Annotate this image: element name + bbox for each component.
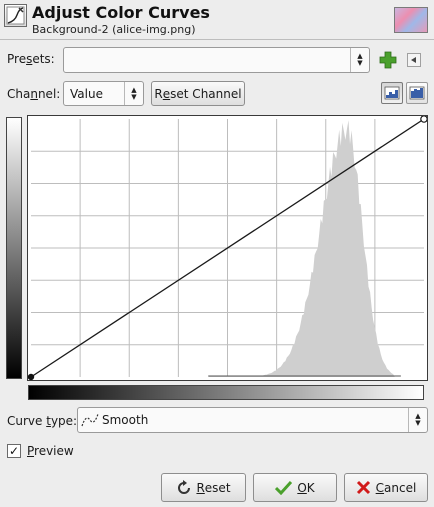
presets-label: Presets: — [7, 52, 55, 66]
plus-icon[interactable] — [379, 51, 397, 69]
channel-combo[interactable]: Value ▲ ▼ — [63, 81, 144, 106]
preview-label[interactable]: Preview — [27, 444, 74, 458]
preview-checkbox[interactable]: ✓ — [7, 444, 21, 458]
linear-histogram-icon[interactable] — [381, 82, 403, 104]
dialog-title: Adjust Color Curves — [32, 3, 210, 22]
curves-tool-icon — [4, 4, 27, 27]
cancel-x-icon — [356, 480, 371, 495]
log-histogram-icon[interactable] — [406, 82, 428, 104]
dialog-subtitle: Background-2 (alice-img.png) — [32, 23, 196, 36]
reset-channel-button[interactable]: Re set Channel — [151, 81, 245, 106]
curve-point-start — [28, 373, 35, 380]
curve-type-label: Curve type: — [7, 414, 78, 428]
curve-graph[interactable] — [27, 115, 428, 381]
presets-combo[interactable]: ▲ ▼ — [63, 47, 370, 73]
combo-arrows-icon: ▲ ▼ — [408, 408, 427, 432]
image-thumbnail — [394, 7, 428, 33]
reset-button[interactable]: Reset — [161, 473, 246, 502]
header-separator — [0, 39, 434, 40]
cancel-button[interactable]: Cancel — [344, 473, 428, 502]
channel-label: Channel: — [7, 87, 61, 101]
channel-value: Value — [70, 87, 103, 101]
curve-point-end — [420, 116, 427, 123]
reset-icon — [176, 479, 192, 496]
curve-type-value: Smooth — [102, 413, 149, 427]
horizontal-gradient-bar — [28, 385, 424, 400]
checkmark-icon — [275, 480, 293, 495]
curve-type-combo[interactable]: Smooth ▲ ▼ — [77, 407, 428, 433]
vertical-gradient-bar — [6, 117, 22, 379]
ok-button[interactable]: OK — [253, 473, 337, 502]
smooth-curve-icon — [81, 412, 99, 431]
combo-arrows-icon: ▲ ▼ — [124, 82, 143, 105]
triangle-left-icon[interactable] — [407, 53, 421, 67]
combo-arrows-icon: ▲ ▼ — [350, 48, 369, 72]
